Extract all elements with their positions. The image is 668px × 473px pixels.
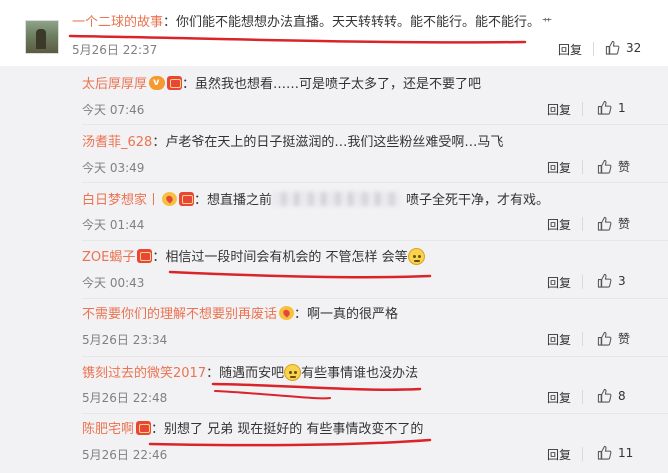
username-link[interactable]: 镌刻过去的微笑2017 — [82, 366, 206, 381]
reply-content: 汤耆菲_628：卢老爷在天上的日子挺滋润的…我们这些粉丝难受啊…马飞 — [82, 134, 503, 152]
crown-badge-icon — [136, 421, 152, 435]
like-button[interactable]: 11 — [597, 445, 633, 460]
like-count: 32 — [626, 40, 642, 55]
like-count: 赞 — [618, 160, 631, 174]
username-link[interactable]: ZOE蝎子 — [82, 250, 135, 265]
comment-tail: 艹 — [542, 18, 553, 29]
reply-text: 有些事情谁也没办法 — [301, 366, 419, 381]
divider — [582, 217, 583, 231]
username-link[interactable]: 不需要你们的理解不想要别再废话 — [82, 307, 277, 322]
crown-badge-icon — [167, 76, 183, 90]
heart-badge-icon — [162, 192, 178, 206]
reply-content: 不需要你们的理解不想要别再废话 ：啊一真的很严格 — [82, 306, 398, 324]
reply-button[interactable]: 回复 — [547, 331, 571, 348]
reply-content: 白日梦想家丨 ：想直播之前 喷子全死干净，才有戏。 — [82, 192, 549, 210]
smirk-emoji-icon — [284, 364, 302, 381]
reply-button[interactable]: 回复 — [547, 216, 571, 233]
username-link[interactable]: 一个二球的故事 — [72, 15, 163, 30]
username-link[interactable]: 白日梦想家丨 — [82, 193, 160, 208]
reply-content: ZOE蝎子 ：相信过一段时间会有机会的 不管怎样 会等 — [82, 248, 425, 267]
vip-badge-icon — [149, 74, 166, 92]
crown-badge-icon — [179, 192, 195, 206]
main-comment: 一个二球的故事：你们能不能想想办法直播。天天转转转。能不能行。能不能行。艹 5月… — [0, 0, 668, 66]
thumbs-up-icon — [605, 40, 620, 55]
thumbs-up-icon — [597, 331, 612, 346]
divider — [82, 413, 668, 414]
divider — [582, 102, 583, 116]
reply-text: 喷子全死干净，才有戏。 — [406, 193, 550, 208]
reply-button[interactable]: 回复 — [558, 41, 582, 58]
username-link[interactable]: 汤耆菲_628 — [82, 135, 152, 150]
divider — [593, 42, 594, 56]
thumbs-up-icon — [597, 445, 612, 460]
like-count: 3 — [618, 273, 626, 288]
divider — [582, 160, 583, 174]
thumbs-up-icon — [597, 273, 612, 288]
divider — [82, 356, 668, 357]
reply-time: 今天 03:49 — [82, 161, 145, 175]
reply-content: 镌刻过去的微笑2017：随遇而安吧 有些事情谁也没办法 — [82, 364, 418, 383]
reply-text: ：想直播之前 — [194, 193, 273, 208]
avatar[interactable] — [25, 20, 59, 54]
reply-time: 5月26日 22:48 — [82, 391, 168, 405]
thumbs-up-icon — [597, 216, 612, 231]
blurred-text — [272, 192, 401, 206]
reply-text: ：虽然我也想看……可是喷子太多了，还是不要了吧 — [182, 77, 482, 92]
comment-time: 5月26日 22:37 — [72, 43, 158, 57]
reply-text: ：别想了 兄弟 现在挺好的 有些事情改变不了的 — [151, 422, 424, 437]
thumbs-up-icon — [597, 100, 612, 115]
reply-button[interactable]: 回复 — [547, 159, 571, 176]
thumbs-up-icon — [597, 159, 612, 174]
username-link[interactable]: 太后厚厚厚 — [82, 77, 147, 92]
divider — [82, 182, 668, 183]
like-button[interactable]: 赞 — [597, 158, 630, 175]
divider — [582, 447, 583, 461]
crown-badge-icon — [137, 249, 153, 263]
like-count: 赞 — [618, 217, 631, 231]
reply-content: 太后厚厚厚 ：虽然我也想看……可是喷子太多了，还是不要了吧 — [82, 74, 482, 94]
heart-badge-icon — [279, 306, 295, 320]
reply-time: 5月26日 22:46 — [82, 448, 168, 462]
reply-content: 陈肥宅啊 ：别想了 兄弟 现在挺好的 有些事情改变不了的 — [82, 421, 423, 439]
reply-time: 5月26日 23:34 — [82, 333, 168, 347]
reply-button[interactable]: 回复 — [547, 389, 571, 406]
like-button[interactable]: 1 — [597, 100, 626, 115]
like-count: 1 — [618, 100, 626, 115]
reply-time: 今天 07:46 — [82, 103, 145, 117]
like-count: 8 — [618, 388, 626, 403]
reply-time: 今天 01:44 — [82, 218, 145, 232]
like-count: 赞 — [618, 332, 631, 346]
reply-time: 今天 00:43 — [82, 276, 145, 290]
divider — [582, 390, 583, 404]
like-button[interactable]: 32 — [605, 40, 641, 55]
reply-button[interactable]: 回复 — [547, 101, 571, 118]
divider — [82, 240, 668, 241]
like-count: 11 — [618, 445, 634, 460]
like-button[interactable]: 8 — [597, 388, 626, 403]
reply-text: ：随遇而安吧 — [206, 366, 285, 381]
reply-text: ：相信过一段时间会有机会的 不管怎样 会等 — [152, 250, 408, 265]
divider — [82, 124, 668, 125]
reply-button[interactable]: 回复 — [547, 446, 571, 463]
reply-text: ：啊一真的很严格 — [294, 307, 399, 322]
divider — [82, 298, 668, 299]
comment-content: 一个二球的故事：你们能不能想想办法直播。天天转转转。能不能行。能不能行。艹 — [72, 14, 552, 33]
reply-button[interactable]: 回复 — [547, 274, 571, 291]
like-button[interactable]: 赞 — [597, 215, 630, 232]
like-button[interactable]: 3 — [597, 273, 626, 288]
divider — [582, 275, 583, 289]
comment-text: ：你们能不能想想办法直播。天天转转转。能不能行。能不能行。 — [163, 15, 541, 30]
thumbs-up-icon — [597, 388, 612, 403]
divider — [582, 332, 583, 346]
like-button[interactable]: 赞 — [597, 330, 630, 347]
reply-text: ：卢老爷在天上的日子挺滋润的…我们这些粉丝难受啊…马飞 — [152, 135, 504, 150]
sad-face-emoji-icon — [407, 248, 425, 265]
username-link[interactable]: 陈肥宅啊 — [82, 422, 134, 437]
